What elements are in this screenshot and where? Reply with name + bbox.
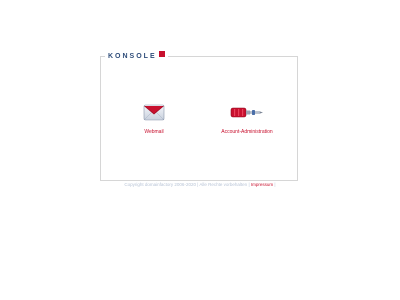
brand-logo: KONSOLE (105, 51, 168, 63)
webmail-label: Webmail (144, 129, 164, 135)
webmail-link[interactable]: Webmail (132, 104, 176, 135)
footer-separator: | (274, 182, 276, 187)
brand-name: KONSOLE (108, 53, 157, 60)
brand-badge-icon (158, 51, 165, 57)
account-administration-link[interactable]: Account-Administration (220, 104, 274, 135)
imprint-link[interactable]: Impressum (251, 182, 273, 187)
screwdriver-icon (230, 104, 264, 123)
account-administration-label: Account-Administration (221, 129, 273, 135)
footer-separator: | (248, 182, 250, 187)
copyright-text: Copyright domainfactory 2006-2020 (124, 182, 196, 187)
footer: Copyright domainfactory 2006-2020 | Alle… (0, 182, 400, 187)
envelope-icon (143, 104, 165, 123)
rights-text: Alle Rechte vorbehalten (199, 182, 248, 187)
